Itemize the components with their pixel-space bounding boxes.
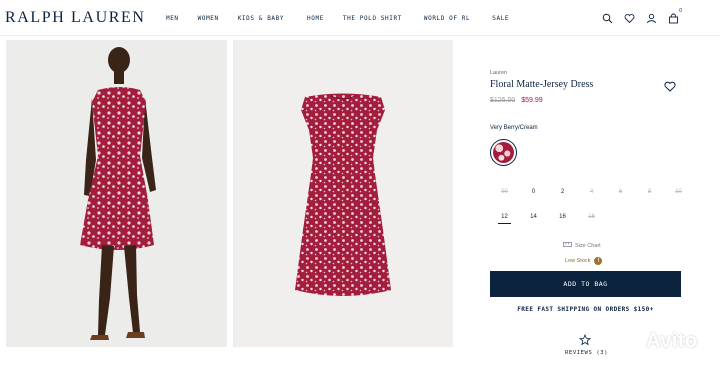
size-option: 00	[501, 189, 508, 195]
size-option: 8	[647, 189, 652, 195]
price-block: $125.00 $59.99	[490, 97, 543, 104]
header-actions: 0	[602, 8, 682, 24]
product-image-model[interactable]	[6, 40, 227, 347]
info-icon[interactable]: !	[594, 257, 603, 265]
swatch-fill	[493, 142, 514, 163]
user-icon[interactable]	[646, 11, 657, 24]
reviews-label: REVIEWS	[565, 350, 593, 356]
size-row-1: 00 0 2 4 6 8 10	[490, 189, 693, 195]
nav-sale[interactable]: SALE	[492, 15, 509, 22]
low-stock-label: Low Stock	[565, 258, 591, 264]
product-brand[interactable]: Lauren	[490, 70, 507, 76]
reviews-link[interactable]: REVIEWS (3)	[565, 350, 608, 356]
sale-price: $59.99	[521, 97, 543, 104]
nav-men[interactable]: MEN	[166, 15, 179, 22]
size-option: 16	[588, 214, 595, 220]
nav-polo-shirt[interactable]: THE POLO SHIRT	[343, 15, 402, 22]
heart-icon[interactable]	[624, 11, 635, 24]
main-nav: MEN WOMEN KIDS & BABY HOME THE POLO SHIR…	[166, 15, 509, 22]
nav-home[interactable]: HOME	[307, 15, 324, 22]
product-image-flat[interactable]	[233, 40, 453, 347]
size-option: 4	[589, 189, 594, 195]
selected-color-label: Very Berry/Cream	[490, 125, 538, 131]
size-row-2: 12 14 16 16	[490, 214, 606, 224]
watermark-text: Avito	[646, 330, 698, 352]
product-title: Floral Matte-Jersey Dress	[490, 79, 594, 90]
nav-world-of-rl[interactable]: WORLD OF RL	[424, 15, 470, 22]
size-chart-label: Size Chart	[575, 242, 601, 249]
ruler-icon	[563, 242, 572, 249]
star-icon	[578, 333, 592, 346]
site-header: RALPH LAUREN MEN WOMEN KIDS & BABY HOME …	[0, 0, 720, 36]
original-price: $125.00	[490, 97, 516, 104]
size-option[interactable]: 14	[519, 214, 548, 220]
wishlist-heart-icon[interactable]	[664, 79, 676, 92]
size-option[interactable]: 2	[548, 189, 577, 195]
low-stock-indicator: Low Stock !	[565, 257, 603, 265]
color-swatch-very-berry[interactable]	[490, 139, 517, 166]
bag-icon[interactable]: 0	[668, 8, 682, 24]
size-option[interactable]: 12	[490, 214, 519, 224]
brand-logo[interactable]: RALPH LAUREN	[5, 9, 146, 27]
size-option: 10	[675, 189, 682, 195]
size-option[interactable]: 16	[548, 214, 577, 220]
nav-kids-baby[interactable]: KIDS & BABY	[238, 15, 284, 22]
shipping-banner: FREE FAST SHIPPING ON ORDERS $150+	[517, 306, 654, 313]
size-chart-link[interactable]: Size Chart	[563, 242, 601, 249]
search-icon[interactable]	[602, 11, 613, 24]
bag-count-badge: 0	[679, 8, 682, 14]
size-option: 6	[618, 189, 623, 195]
reviews-count: (3)	[596, 350, 609, 356]
nav-women[interactable]: WOMEN	[198, 15, 219, 22]
size-option[interactable]: 0	[519, 189, 548, 195]
add-to-bag-button[interactable]: ADD TO BAG	[490, 271, 681, 297]
